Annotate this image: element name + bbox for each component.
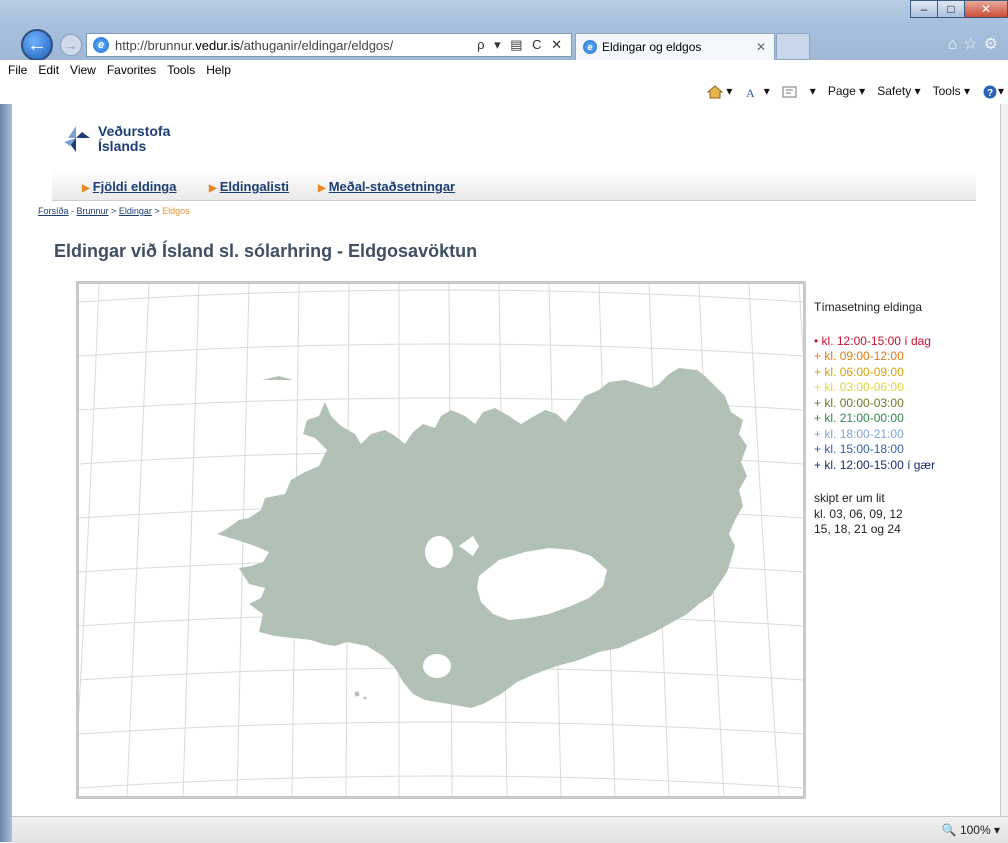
legend-heading: Tímasetning eldinga [814, 300, 923, 314]
zoom-icon: 🔍 [941, 823, 957, 837]
favorites-star-icon[interactable]: ☆ [963, 36, 983, 53]
arrow-right-icon: → [64, 37, 78, 53]
mail-icon [782, 86, 797, 98]
nav-medal-stadsetningar[interactable]: ▶ Meðal-staðsetningar [318, 179, 455, 194]
tab-title: Eldingar og eldgos [602, 40, 702, 54]
breadcrumb-forsida[interactable]: Forsíða [38, 206, 69, 216]
page-title: Eldingar við Ísland sl. sólarhring - Eld… [54, 241, 478, 261]
tab-eldingar-og-eldgos[interactable]: e Eldingar og eldgos ✕ [575, 33, 775, 60]
svg-text:A: A [746, 86, 755, 99]
menu-file[interactable]: File [8, 63, 27, 77]
browser-right-icons: ⌂☆⚙ [948, 34, 1004, 54]
status-bar: 🔍 100% ▾ [12, 816, 1008, 843]
ie-page-icon: e [93, 37, 109, 53]
page-content: Veðurstofa Íslands ▶ Fjöldi eldinga ▶ Eldi… [12, 104, 1000, 816]
logo-mark-icon [64, 126, 90, 152]
legend-item: • kl. 12:00-15:00 í dag [814, 333, 931, 348]
minimize-icon[interactable]: – [910, 0, 938, 18]
menu-tools[interactable]: Tools [167, 63, 195, 77]
breadcrumb-eldingar[interactable]: Eldingar [119, 206, 152, 216]
menu-edit[interactable]: Edit [38, 63, 59, 77]
address-url[interactable]: http://brunnur.vedur.is/athuganir/elding… [115, 38, 477, 53]
home-button[interactable]: ▾ [707, 84, 732, 99]
legend-item: + kl. 15:00-18:00 [814, 442, 904, 456]
maximize-icon[interactable]: □ [937, 0, 965, 18]
address-bar[interactable]: e http://brunnur.vedur.is/athuganir/eldi… [86, 33, 572, 57]
window-controls: – □ ✕ [910, 0, 1008, 20]
window-frame-left [0, 0, 12, 842]
legend-note: skipt er um lit kl. 03, 06, 09, 12 15, 1… [814, 491, 903, 536]
print-dropdown[interactable]: ▾ [810, 84, 816, 98]
arrow-left-icon: ← [27, 33, 47, 56]
island-small [363, 696, 367, 700]
feeds-button[interactable]: A ▾ [744, 84, 769, 99]
settings-gear-icon[interactable]: ⚙ [984, 36, 1004, 53]
address-tools[interactable]: ρ ▾ ▤ C ✕ [477, 37, 565, 53]
zoom-control[interactable]: 🔍 100% ▾ [942, 823, 1000, 837]
legend-item: + kl. 06:00-09:00 [814, 364, 904, 379]
close-tab-icon[interactable]: ✕ [756, 40, 766, 54]
logo-text: Veðurstofa Íslands [98, 123, 171, 154]
legend-item: + kl. 21:00-00:00 [814, 411, 904, 425]
page-menu[interactable]: Page ▾ [828, 84, 865, 98]
forward-button[interactable]: → [60, 34, 82, 56]
svg-text:?: ? [987, 88, 993, 99]
tools-menu[interactable]: Tools ▾ [933, 84, 970, 98]
home-icon [707, 85, 724, 99]
read-mail-button[interactable] [782, 84, 798, 99]
glacier-langjokull [425, 536, 453, 568]
nav-arrow-icon: ▶ [318, 183, 326, 194]
lightning-legend: Tímasetning eldinga • kl. 12:00-15:00 í … [814, 300, 935, 538]
font-icon: A [746, 86, 755, 99]
back-button[interactable]: ← [21, 29, 53, 61]
nav-fjoldi-eldinga[interactable]: ▶ Fjöldi eldinga [82, 179, 176, 194]
menu-bar: File Edit View Favorites Tools Help [0, 60, 1008, 81]
island-vestmannaeyjar [354, 691, 360, 697]
legend-item: + kl. 18:00-21:00 [814, 426, 904, 441]
glacier-myrdalsjokull [423, 654, 451, 678]
menu-help[interactable]: Help [206, 63, 231, 77]
legend-item: + kl. 00:00-03:00 [814, 395, 904, 410]
menu-view[interactable]: View [70, 63, 96, 77]
site-nav: ▶ Fjöldi eldinga ▶ Eldingalisti ▶ Meðal-sta… [52, 170, 976, 201]
home-icon[interactable]: ⌂ [948, 36, 964, 53]
breadcrumb-brunnur[interactable]: Brunnur [77, 206, 109, 216]
safety-menu[interactable]: Safety ▾ [877, 84, 920, 98]
nav-arrow-icon: ▶ [82, 183, 90, 194]
iceland-map-svg [79, 284, 803, 796]
menu-favorites[interactable]: Favorites [107, 63, 156, 77]
vertical-scrollbar[interactable] [1000, 104, 1008, 816]
ie-tab-icon: e [583, 40, 597, 54]
nav-arrow-icon: ▶ [209, 183, 217, 194]
close-window-icon[interactable]: ✕ [964, 0, 1008, 18]
nav-eldingalisti[interactable]: ▶ Eldingalisti [209, 179, 289, 194]
lightning-map [76, 281, 806, 799]
legend-item: + kl. 09:00-12:00 [814, 349, 904, 363]
command-bar: ▾ A ▾ ▾ Page ▾ Safety ▾ Tools ▾ ? ▾ [0, 80, 1008, 104]
legend-item: + kl. 12:00-15:00 í gær [814, 457, 936, 472]
help-button[interactable]: ? ▾ [982, 84, 1004, 99]
breadcrumb: Forsíða - Brunnur > Eldingar > Eldgos [38, 206, 190, 216]
legend-item: + kl. 03:00-06:00 [814, 380, 904, 394]
help-icon: ? [983, 85, 997, 99]
iceland-landmass [217, 368, 747, 708]
new-tab-button[interactable] [776, 33, 810, 60]
breadcrumb-current: Eldgos [162, 206, 190, 216]
site-logo[interactable]: Veðurstofa Íslands [60, 122, 170, 156]
